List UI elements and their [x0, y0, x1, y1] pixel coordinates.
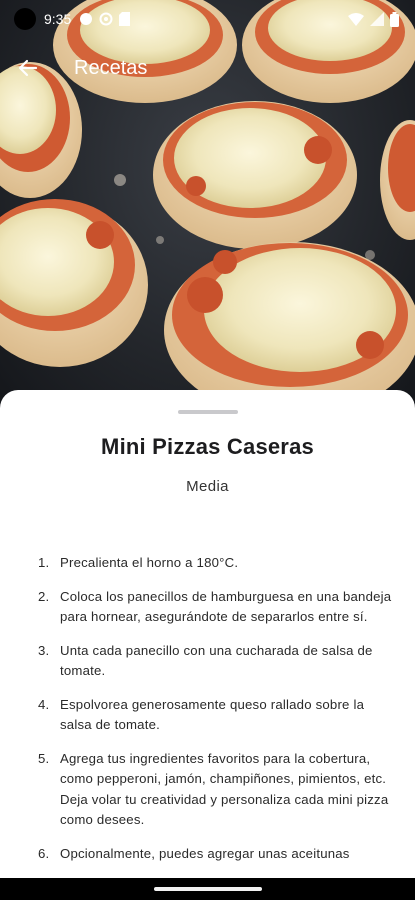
status-icons-left [79, 12, 131, 26]
step-number: 6. [38, 845, 50, 861]
home-indicator[interactable] [153, 887, 262, 891]
wifi-icon [348, 12, 364, 26]
battery-icon [390, 11, 399, 27]
recipe-step: 2. Coloca los panecillos de hamburguesa … [38, 587, 393, 628]
status-icons-right [348, 11, 399, 27]
camera-cutout [14, 8, 36, 30]
back-button[interactable] [0, 44, 56, 92]
step-text: Coloca los panecillos de hamburguesa en … [60, 588, 392, 625]
step-text: Unta cada panecillo con una cucharada de… [60, 642, 373, 679]
recipe-step: 6. Opcionalmente, puedes agregar unas ac… [38, 844, 393, 865]
navigation-bar [0, 878, 415, 900]
recipe-step: 1. Precalienta el horno a 180°C. [38, 553, 393, 574]
step-number: 1. [38, 555, 50, 570]
status-time: 9:35 [44, 11, 72, 27]
app-bar: Recetas [0, 44, 415, 92]
step-text: Agrega tus ingredientes favoritos para l… [60, 750, 389, 828]
step-number: 5. [38, 750, 50, 766]
status-bar: 9:35 [0, 0, 415, 38]
recipe-step: 5. Agrega tus ingredientes favoritos par… [38, 749, 393, 831]
recipe-steps-list: 1. Precalienta el horno a 180°C. 2. Colo… [0, 553, 415, 864]
step-number: 4. [38, 696, 50, 712]
step-number: 3. [38, 642, 50, 658]
arrow-back-icon [18, 59, 38, 77]
settings-icon [99, 12, 113, 26]
step-text: Precalienta el horno a 180°C. [60, 555, 239, 570]
step-text: Espolvorea generosamente queso rallado s… [60, 696, 365, 733]
app-bar-title: Recetas [74, 56, 148, 79]
sim-icon [119, 12, 131, 26]
recipe-difficulty: Media [186, 478, 229, 495]
recipe-bottom-sheet[interactable]: Mini Pizzas Caseras Media 1. Precalienta… [0, 390, 415, 880]
step-text: Opcionalmente, puedes agregar unas aceit… [60, 845, 350, 861]
circle-icon [80, 13, 93, 25]
recipe-step: 4. Espolvorea generosamente queso rallad… [38, 695, 393, 736]
signal-icon [370, 12, 384, 26]
step-number: 2. [38, 588, 50, 604]
recipe-title: Mini Pizzas Caseras [101, 434, 314, 459]
drag-handle[interactable] [177, 410, 238, 414]
recipe-step: 3. Unta cada panecillo con una cucharada… [38, 641, 393, 682]
